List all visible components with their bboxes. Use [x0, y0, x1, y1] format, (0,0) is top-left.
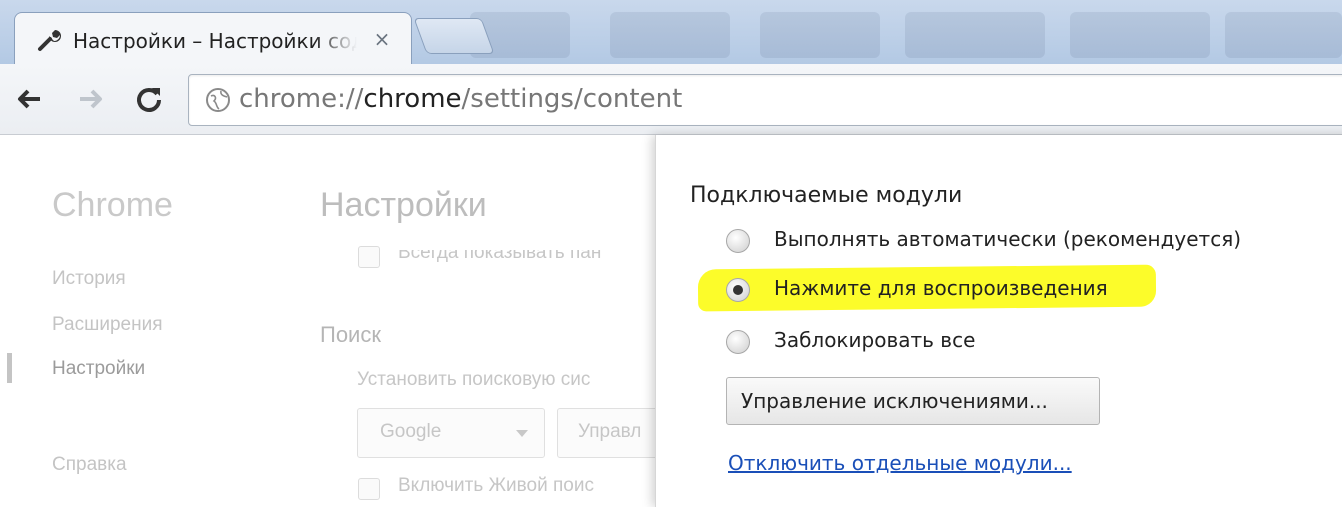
- toolbar: chrome://chrome/settings/content: [0, 64, 1342, 135]
- radio-button[interactable]: [726, 330, 750, 354]
- close-icon[interactable]: ×: [367, 27, 397, 51]
- nav-item-extensions[interactable]: Расширения: [52, 314, 163, 336]
- back-arrow-icon[interactable]: [14, 84, 44, 114]
- background-tab[interactable]: [1225, 12, 1342, 58]
- url-path: /settings/content: [461, 84, 683, 114]
- radio-label: Выполнять автоматически (рекомендуется): [774, 227, 1242, 251]
- new-tab-button[interactable]: [413, 18, 495, 54]
- show-bar-checkbox[interactable]: [358, 246, 380, 268]
- tab-title: Настройки – Настройки содержимого: [73, 29, 357, 53]
- tab-strip: Настройки – Настройки содержимого ×: [0, 0, 1342, 73]
- url-scheme: chrome://: [239, 84, 364, 114]
- radio-button-checked[interactable]: [726, 278, 750, 302]
- radio-label: Заблокировать все: [774, 328, 976, 352]
- url-text: chrome://chrome/settings/content: [239, 84, 682, 114]
- url-host: chrome: [363, 84, 462, 114]
- instant-checkbox[interactable]: [358, 478, 380, 500]
- background-tab[interactable]: [760, 12, 880, 58]
- search-engine-select[interactable]: Google: [357, 408, 545, 458]
- nav-title: Chrome: [52, 186, 173, 224]
- background-tab[interactable]: [610, 12, 730, 58]
- plugins-heading: Подключаемые модули: [690, 183, 963, 208]
- nav-item-help[interactable]: Справка: [52, 454, 127, 476]
- reload-icon[interactable]: [134, 84, 164, 114]
- instant-label: Включить Живой поис: [398, 475, 594, 496]
- wrench-icon: [38, 30, 61, 51]
- radio-label: Нажмите для воспроизведения: [774, 276, 1108, 300]
- nav-item-history[interactable]: История: [52, 268, 126, 290]
- background-tab[interactable]: [1070, 12, 1210, 58]
- manage-exceptions-label: Управление исключениями...: [741, 389, 1048, 413]
- manage-exceptions-button[interactable]: Управление исключениями...: [726, 377, 1100, 425]
- radio-button[interactable]: [726, 229, 750, 253]
- search-section-title: Поиск: [320, 322, 381, 347]
- forward-arrow-icon[interactable]: [76, 84, 106, 114]
- chevron-down-icon: [516, 430, 528, 437]
- content-settings-overlay: Подключаемые модули Выполнять автоматиче…: [655, 135, 1342, 507]
- globe-icon: [206, 88, 230, 112]
- disable-individual-plugins-link[interactable]: Отключить отдельные модули...: [728, 451, 1072, 475]
- nav-item-settings[interactable]: Настройки: [52, 358, 145, 380]
- nav-selection-marker: [7, 353, 12, 383]
- manage-search-engines-label: Управл: [578, 421, 642, 442]
- search-description: Установить поисковую сис: [357, 369, 591, 390]
- page-title: Настройки: [320, 186, 487, 224]
- address-bar[interactable]: chrome://chrome/settings/content: [188, 74, 1342, 126]
- background-tab[interactable]: [905, 12, 1045, 58]
- search-engine-value: Google: [380, 421, 442, 442]
